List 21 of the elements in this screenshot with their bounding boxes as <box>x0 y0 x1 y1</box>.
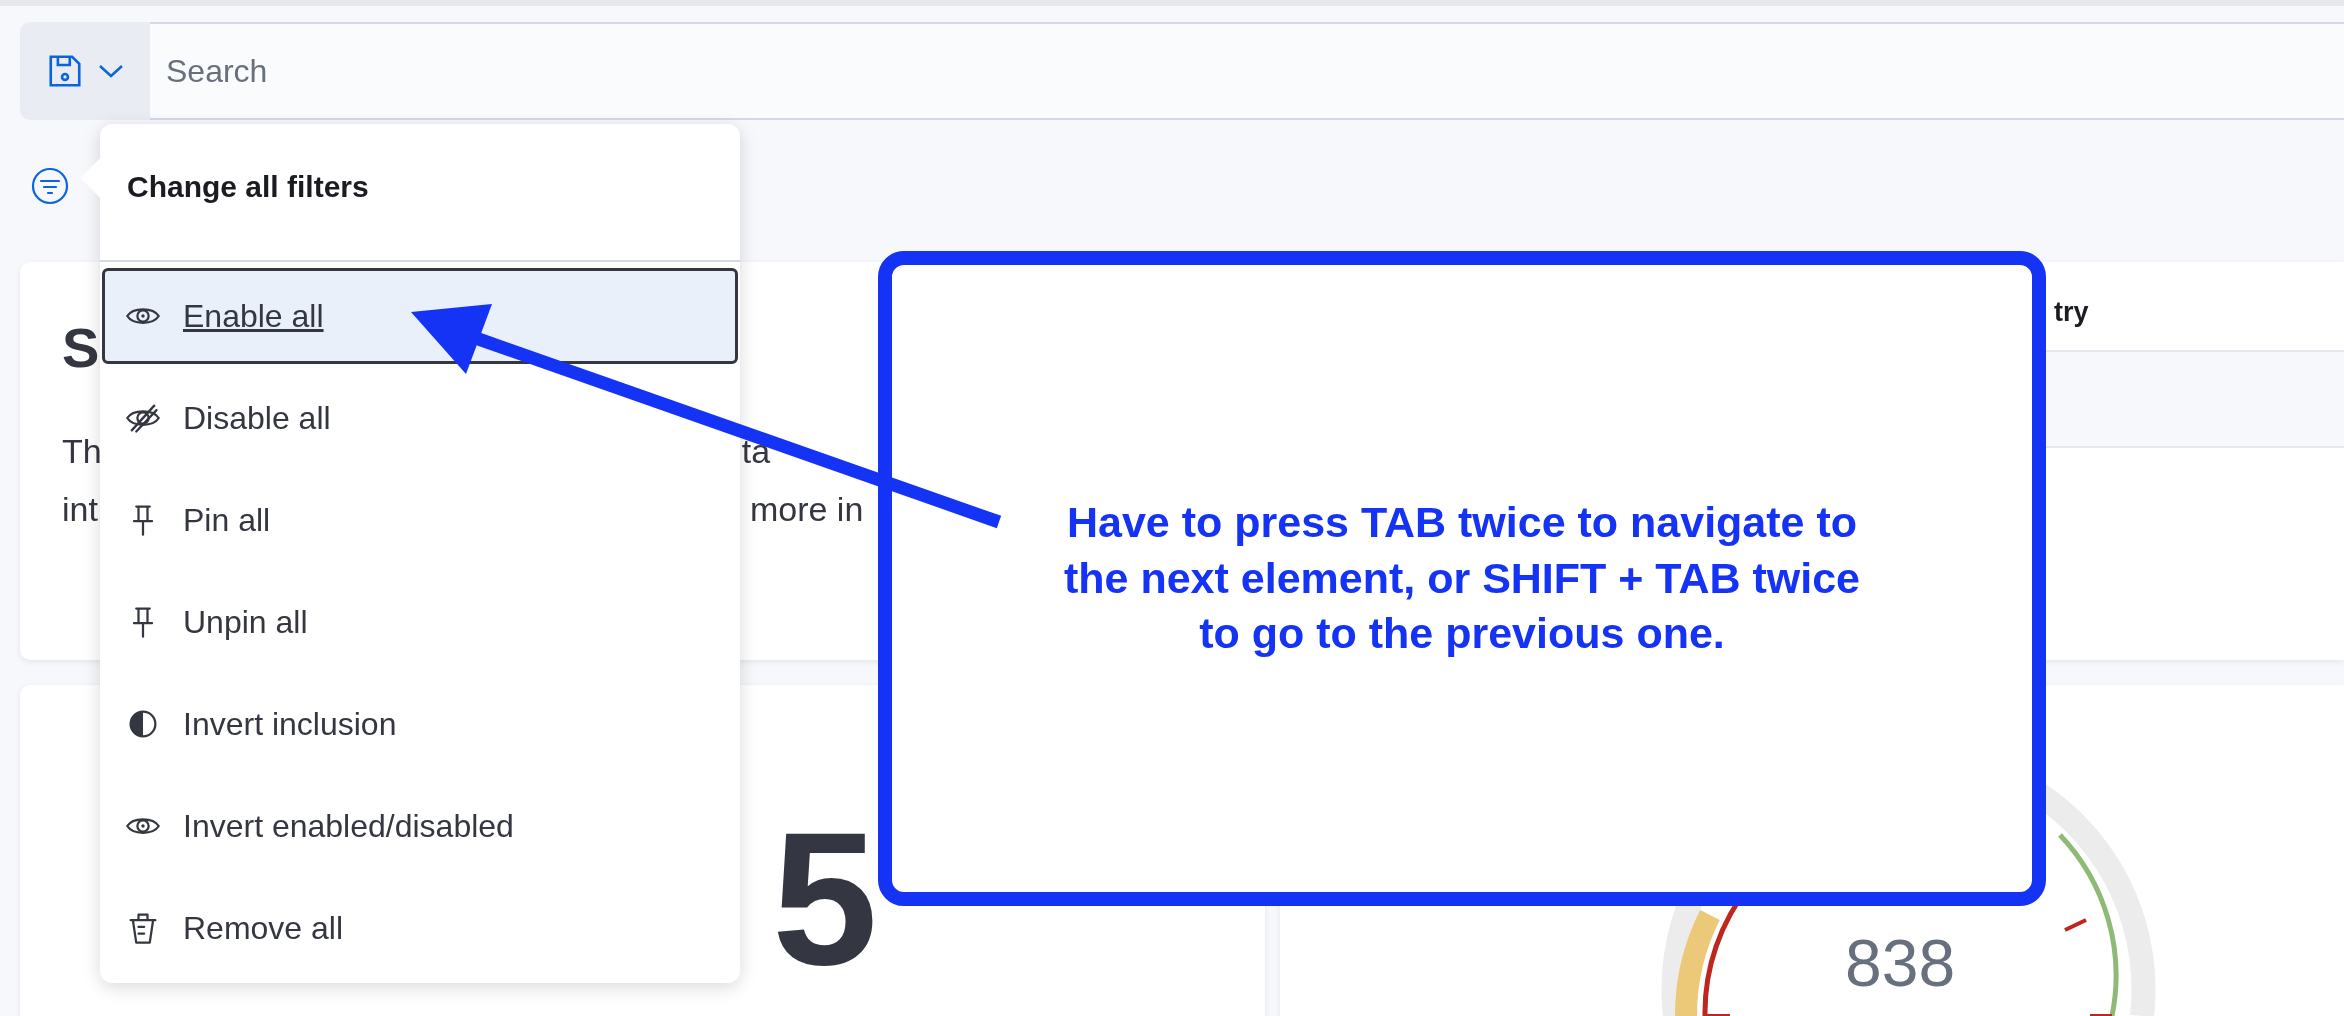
column-header: try <box>2054 297 2089 327</box>
paragraph-text: Th <box>62 434 102 468</box>
menu-item[interactable]: Unpin all <box>102 574 738 670</box>
callout-text: Have to press TAB twice to navigate to the next element, or SHIFT + TAB twice to go to the previous one. <box>1062 496 1861 660</box>
paragraph-text: int <box>62 492 98 526</box>
save-query-button[interactable] <box>20 22 150 120</box>
paragraph-text: ta <box>741 434 771 468</box>
filter-menu-button[interactable] <box>30 166 70 206</box>
menu-item[interactable]: Enable all <box>102 268 738 364</box>
metric-value: 5 <box>772 792 878 1004</box>
menu-item[interactable]: Disable all <box>102 370 738 466</box>
chevron-down-icon <box>98 63 124 79</box>
menu-title: Change all filters <box>127 170 369 203</box>
search-field[interactable]: Search <box>150 22 2344 120</box>
paragraph-text: more in <box>749 492 864 526</box>
menu-item[interactable]: Invert inclusion <box>102 676 738 772</box>
card-heading: S <box>62 316 100 379</box>
menu-item[interactable]: Invert enabled/disabled <box>102 778 738 874</box>
menu-item[interactable]: Remove all <box>102 880 738 976</box>
menu-item[interactable]: Pin all <box>102 472 738 568</box>
gauge-value: 838 <box>1845 930 1956 996</box>
